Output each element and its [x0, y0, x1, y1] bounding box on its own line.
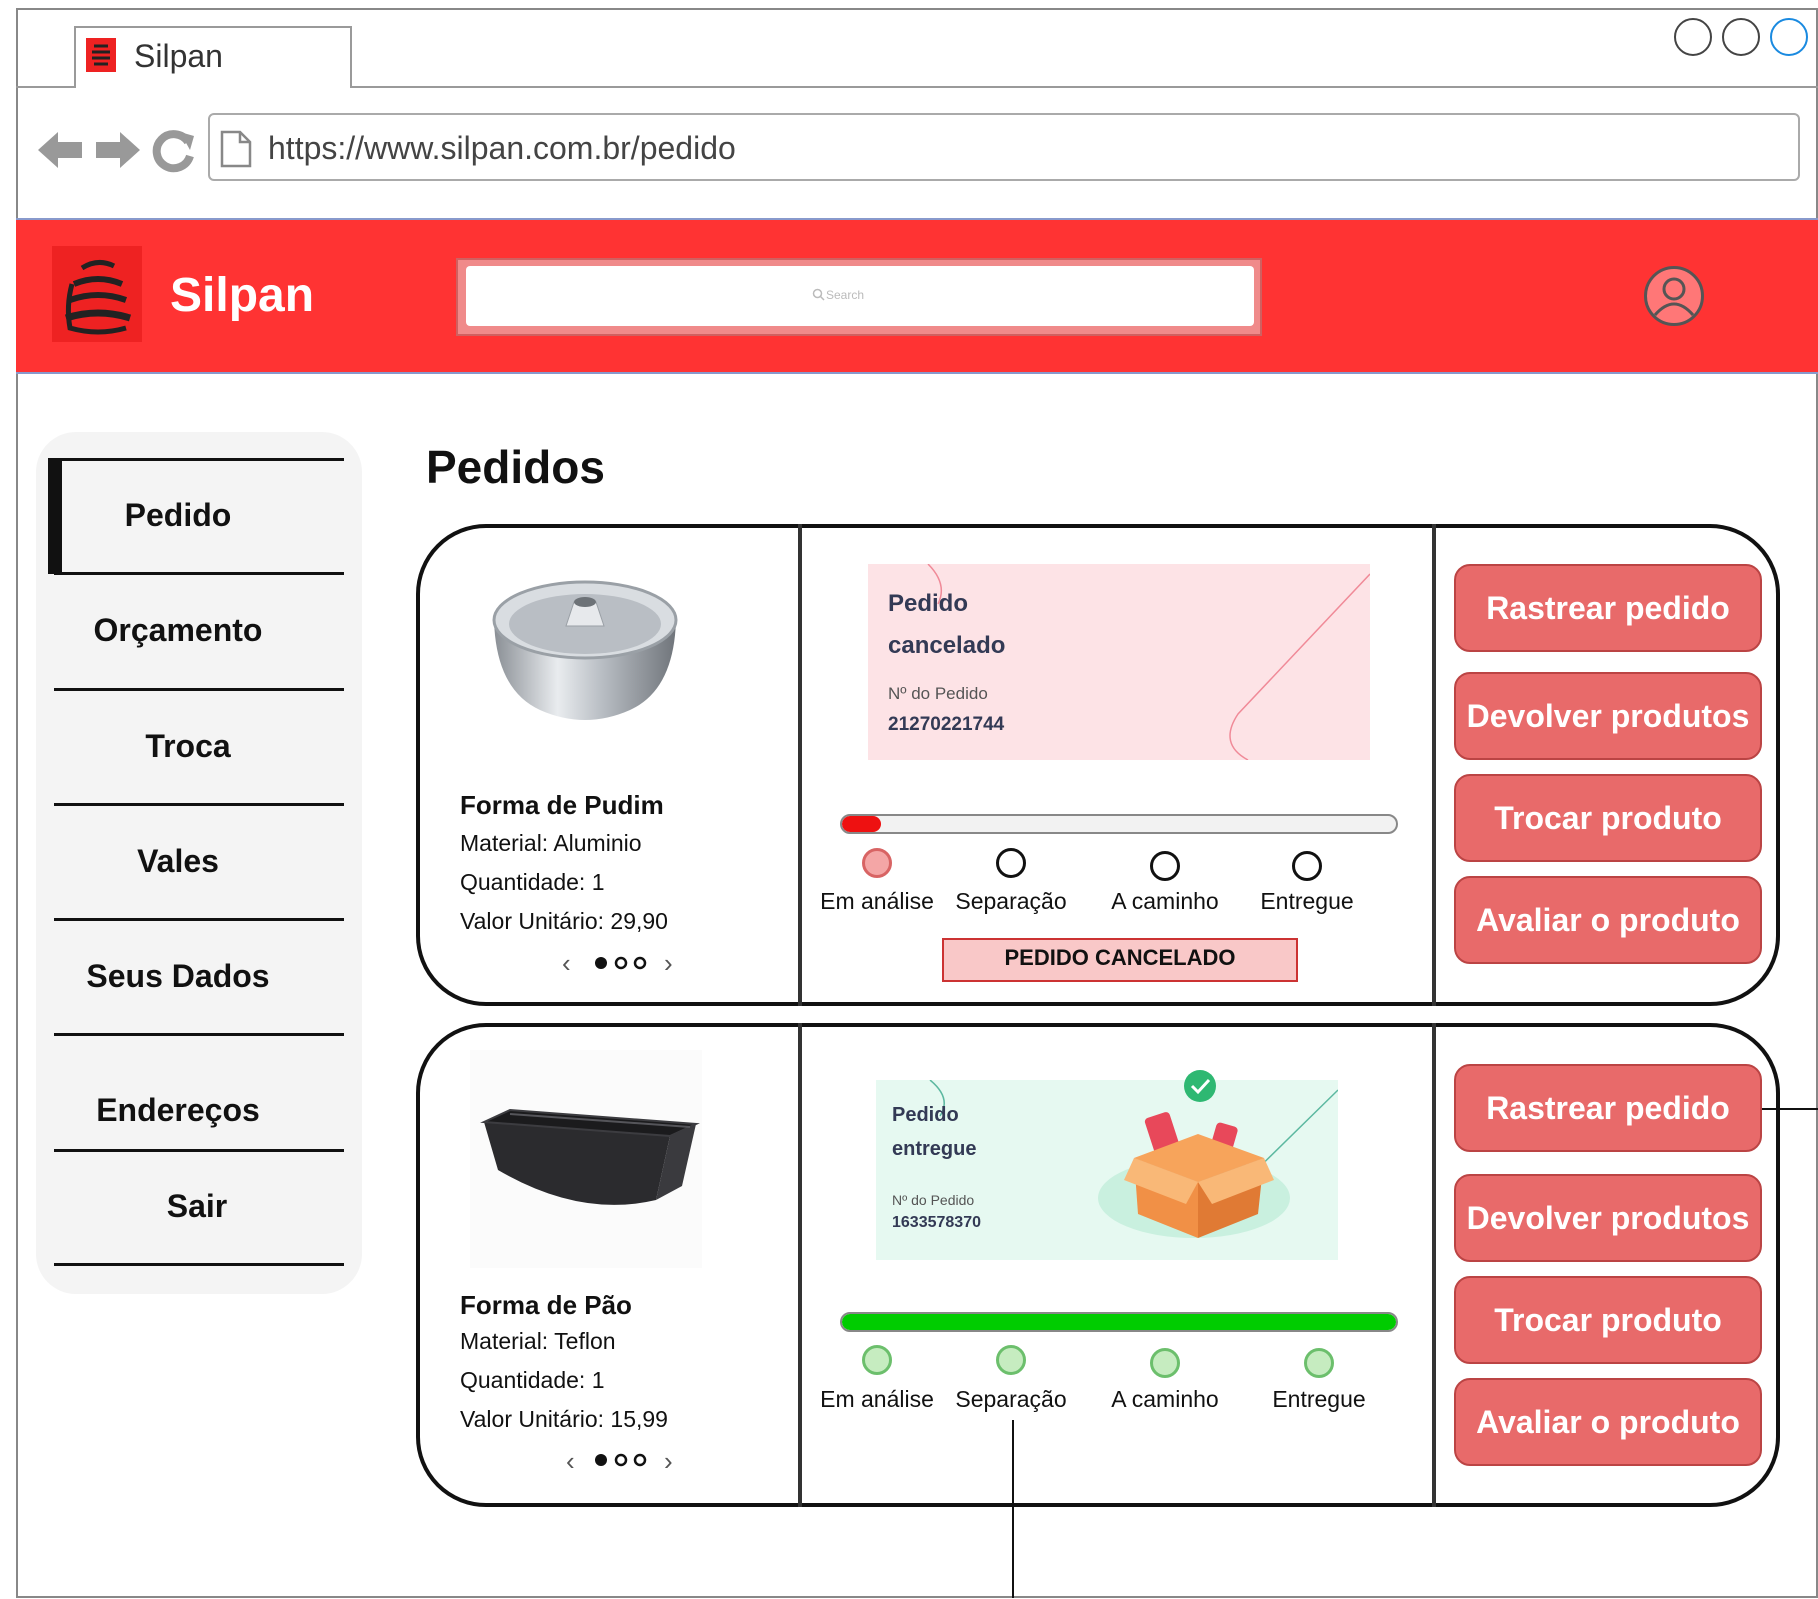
order-progress-bar — [840, 814, 1398, 834]
exchange-product-button[interactable]: Trocar produto — [1454, 1276, 1762, 1364]
step-label: Entregue — [1260, 888, 1354, 914]
window-minimize-button[interactable] — [1674, 18, 1712, 56]
step-label: Entregue — [1272, 1386, 1366, 1412]
order-progress-fill — [842, 816, 881, 832]
carousel-dots[interactable] — [594, 956, 650, 975]
product-material: Material: Aluminio — [460, 830, 642, 856]
cancelled-badge: PEDIDO CANCELADO — [942, 938, 1298, 982]
sidebar-divider — [54, 1263, 344, 1266]
product-image — [480, 560, 690, 740]
step-label: Em análise — [820, 888, 934, 914]
track-order-button[interactable]: Rastrear pedido — [1454, 1064, 1762, 1152]
carousel-dots[interactable] — [594, 1453, 650, 1472]
sidebar-item-enderecos[interactable]: Endereços — [54, 1092, 302, 1129]
sidebar-divider — [54, 803, 344, 806]
brand-logo[interactable] — [52, 246, 142, 342]
sidebar-divider — [54, 688, 344, 691]
active-indicator — [48, 458, 62, 574]
step-indicator — [1150, 851, 1180, 881]
chevron-right-icon[interactable]: › — [664, 948, 673, 979]
step-indicator — [996, 1345, 1026, 1375]
search-icon — [812, 288, 826, 307]
review-product-button[interactable]: Avaliar o produto — [1454, 876, 1762, 964]
back-arrow-icon[interactable] — [36, 128, 84, 177]
page-title: Pedidos — [426, 441, 605, 493]
product-quantity: Quantidade: 1 — [460, 869, 605, 895]
product-name: Forma de Pão — [460, 1290, 632, 1320]
product-quantity: Quantidade: 1 — [460, 1367, 605, 1393]
tab-title: Silpan — [134, 38, 223, 74]
chevron-right-icon[interactable]: › — [664, 1446, 673, 1477]
step-indicator — [996, 848, 1026, 878]
sidebar-item-vales[interactable]: Vales — [54, 843, 302, 880]
search-placeholder: Search — [826, 288, 865, 302]
status-line-1: Pedido — [892, 1104, 959, 1126]
sidebar-item-sair[interactable]: Sair — [54, 1188, 340, 1225]
return-products-button[interactable]: Devolver produtos — [1454, 672, 1762, 760]
connector-line — [1012, 1420, 1014, 1598]
step-indicator — [1150, 1348, 1180, 1378]
reload-icon[interactable] — [150, 126, 196, 179]
sidebar-divider — [54, 1033, 344, 1036]
status-line-2: entregue — [892, 1138, 977, 1160]
product-name: Forma de Pudim — [460, 790, 664, 820]
order-progress-fill — [842, 1314, 1396, 1330]
return-products-button[interactable]: Devolver produtos — [1454, 1174, 1762, 1262]
step-label: Separação — [955, 1386, 1067, 1412]
track-order-button[interactable]: Rastrear pedido — [1454, 564, 1762, 652]
sidebar-divider — [54, 1149, 344, 1152]
order-number: 1633578370 — [892, 1214, 981, 1231]
sidebar-item-pedido[interactable]: Pedido — [62, 497, 294, 534]
forward-arrow-icon[interactable] — [94, 128, 142, 177]
order-number-label: Nº do Pedido — [888, 684, 988, 703]
sidebar-divider — [54, 572, 344, 575]
logo-icon — [86, 38, 116, 72]
brand-name: Silpan — [170, 269, 315, 322]
page-icon — [220, 130, 252, 173]
exchange-product-button[interactable]: Trocar produto — [1454, 774, 1762, 862]
user-icon[interactable] — [1644, 266, 1704, 326]
step-label: A caminho — [1111, 1386, 1219, 1412]
card-divider — [798, 1023, 802, 1507]
chevron-left-icon[interactable]: ‹ — [562, 948, 571, 979]
window-close-button[interactable] — [1770, 18, 1808, 56]
sidebar-item-orcamento[interactable]: Orçamento — [54, 612, 302, 649]
product-material: Material: Teflon — [460, 1328, 616, 1354]
step-label: Em análise — [820, 1386, 934, 1412]
step-indicator — [862, 848, 892, 878]
order-progress-bar — [840, 1312, 1398, 1332]
product-image — [470, 1050, 702, 1268]
url-text: https://www.silpan.com.br/pedido — [268, 130, 736, 166]
card-divider — [798, 524, 802, 1006]
review-product-button[interactable]: Avaliar o produto — [1454, 1378, 1762, 1466]
sidebar-divider — [54, 458, 344, 461]
card-divider — [1432, 524, 1436, 1006]
sidebar-divider — [54, 918, 344, 921]
sidebar-item-troca[interactable]: Troca — [54, 728, 322, 765]
product-unit-value: Valor Unitário: 29,90 — [460, 908, 668, 934]
box-icon — [1124, 1068, 1274, 1238]
status-line-1: Pedido — [888, 590, 969, 617]
step-label: A caminho — [1111, 888, 1219, 914]
step-indicator — [1292, 851, 1322, 881]
window-maximize-button[interactable] — [1722, 18, 1760, 56]
status-panel: Pedido cancelado Nº do Pedido 2127022174… — [868, 564, 1370, 760]
order-number: 21270221744 — [888, 714, 1005, 735]
card-divider — [1432, 1023, 1436, 1507]
sidebar-item-seus-dados[interactable]: Seus Dados — [54, 958, 302, 995]
chevron-left-icon[interactable]: ‹ — [566, 1446, 575, 1477]
step-label: Separação — [955, 888, 1067, 914]
order-number-label: Nº do Pedido — [892, 1192, 975, 1208]
product-unit-value: Valor Unitário: 15,99 — [460, 1406, 668, 1432]
status-line-2: cancelado — [888, 632, 1006, 659]
connector-line — [1762, 1108, 1818, 1110]
step-indicator — [1304, 1348, 1334, 1378]
step-indicator — [862, 1345, 892, 1375]
